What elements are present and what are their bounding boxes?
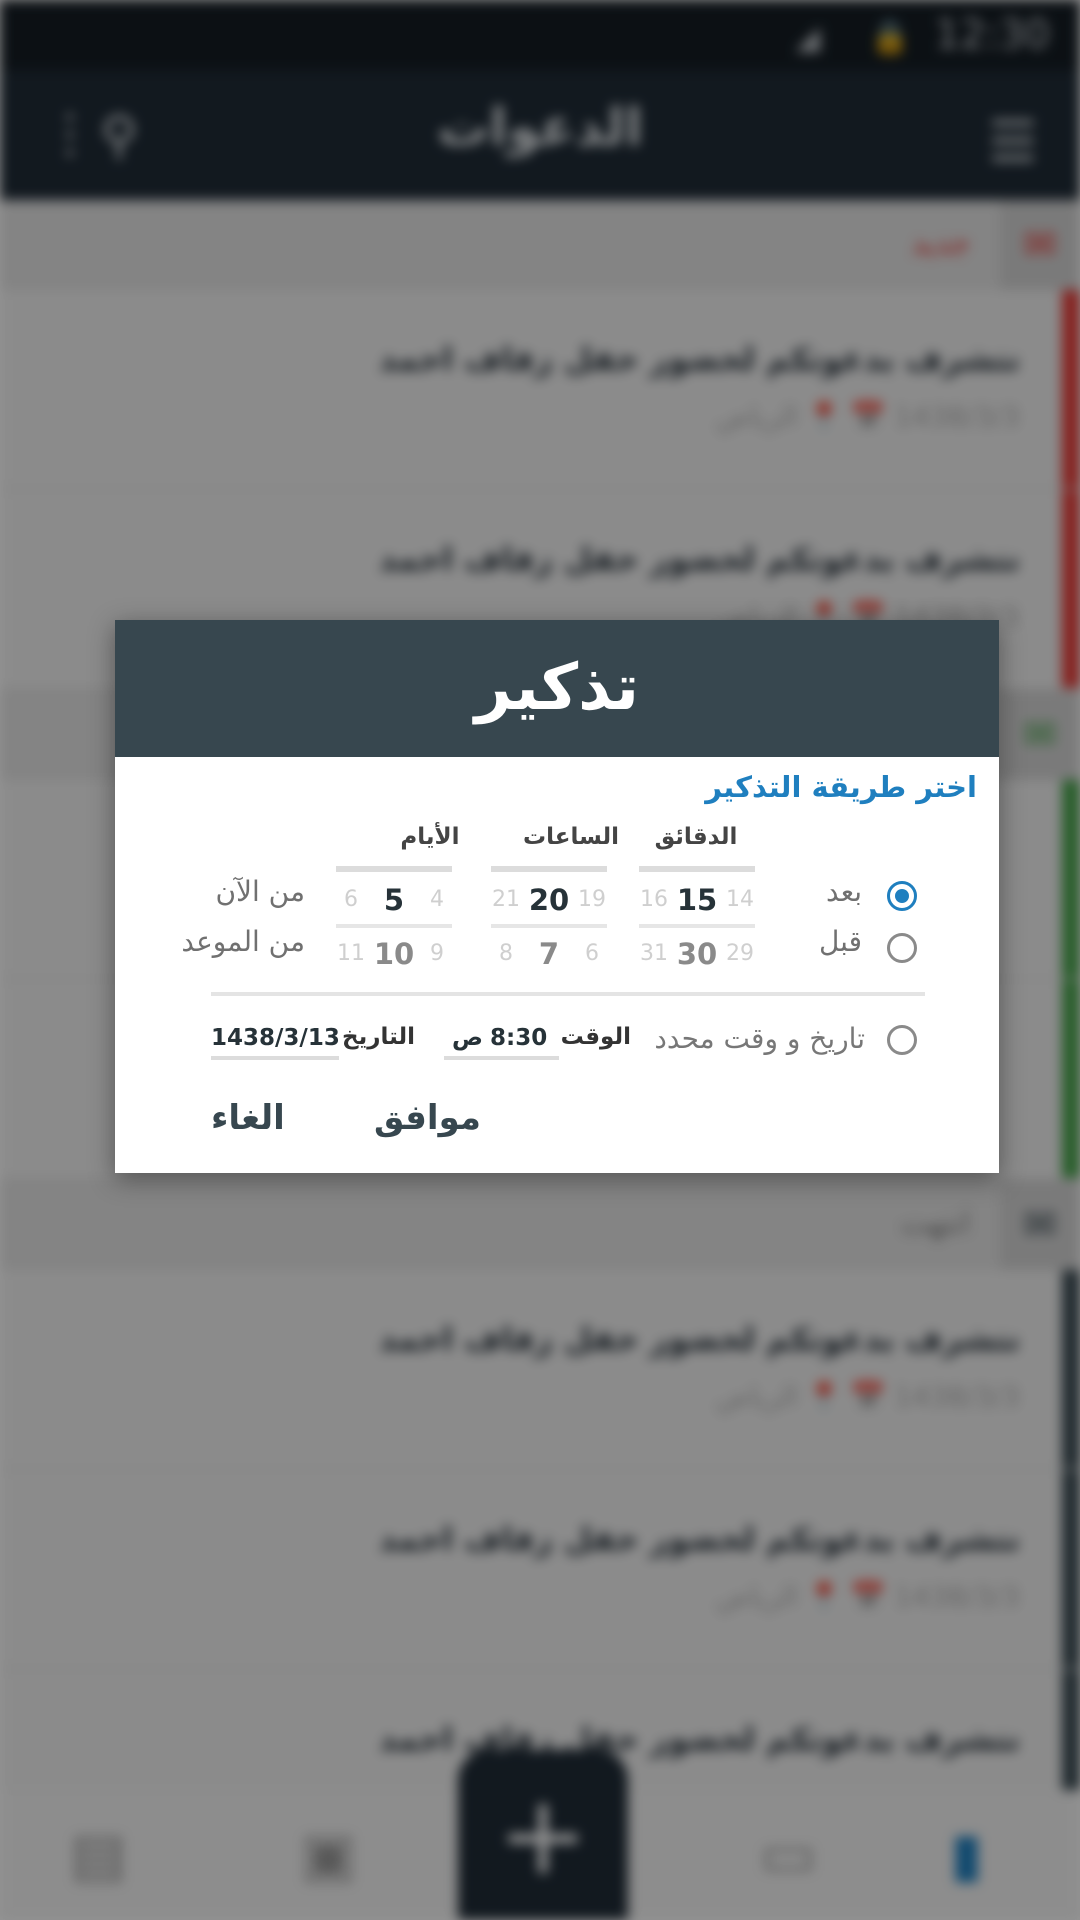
after-suffix: من الآن — [215, 875, 305, 908]
specific-datetime-label: تاريخ و وقت محدد — [654, 1022, 865, 1055]
column-minutes: الدقائق — [654, 824, 738, 850]
column-hours: الساعات — [522, 824, 620, 850]
minutes-after-prev[interactable]: 14 — [725, 878, 755, 922]
minutes-before-prev[interactable]: 29 — [725, 932, 755, 976]
days-before-next[interactable]: 11 — [336, 932, 366, 976]
specific-datetime-radio[interactable] — [887, 1025, 917, 1055]
dialog-subtitle: اختر طريقة التذكير — [705, 770, 977, 804]
before-radio[interactable] — [887, 933, 917, 963]
time-value: 8:30 — [490, 1025, 548, 1051]
hours-after-row[interactable]: 21 20 19 — [491, 878, 607, 922]
ok-button[interactable]: موافق — [374, 1098, 481, 1138]
days-before-prev[interactable]: 9 — [422, 932, 452, 976]
days-after-prev[interactable]: 4 — [422, 878, 452, 922]
cancel-button[interactable]: الغاء — [211, 1098, 285, 1138]
hours-before-next[interactable]: 8 — [491, 932, 521, 976]
dialog-title: تذكير — [115, 620, 999, 757]
days-before-row[interactable]: 11 10 9 — [336, 932, 452, 976]
hours-after-prev[interactable]: 19 — [577, 878, 607, 922]
days-after-row[interactable]: 6 5 4 — [336, 878, 452, 922]
minutes-picker[interactable]: 16 15 14 31 30 29 — [639, 866, 755, 980]
reminder-dialog: تذكير اختر طريقة التذكير الدقائق الساعات… — [115, 620, 999, 1173]
time-label: الوقت — [560, 1024, 631, 1050]
minutes-after-value[interactable]: 15 — [669, 878, 725, 922]
minutes-after-row[interactable]: 16 15 14 — [639, 878, 755, 922]
before-suffix: من الموعد — [181, 925, 305, 958]
hours-before-row[interactable]: 8 7 6 — [491, 932, 607, 976]
days-after-next[interactable]: 6 — [336, 878, 366, 922]
hours-picker[interactable]: 21 20 19 8 7 6 — [491, 866, 607, 980]
divider — [211, 992, 925, 996]
minutes-before-row[interactable]: 31 30 29 — [639, 932, 755, 976]
hours-after-next[interactable]: 21 — [491, 878, 521, 922]
hours-before-value[interactable]: 7 — [521, 932, 577, 976]
days-after-value[interactable]: 5 — [366, 878, 422, 922]
after-label: بعد — [826, 875, 862, 908]
hours-after-value[interactable]: 20 — [521, 878, 577, 922]
column-days: الأيام — [400, 824, 460, 850]
after-radio[interactable] — [887, 881, 917, 911]
date-label: التاريخ — [342, 1024, 415, 1050]
before-label: قبل — [818, 925, 862, 958]
minutes-before-next[interactable]: 31 — [639, 932, 669, 976]
minutes-before-value[interactable]: 30 — [669, 932, 725, 976]
days-before-value[interactable]: 10 — [366, 932, 422, 976]
ampm-value: ص — [452, 1025, 483, 1051]
hours-before-prev[interactable]: 6 — [577, 932, 607, 976]
date-field[interactable]: 1438/3/13 — [211, 1018, 340, 1060]
days-picker[interactable]: 6 5 4 11 10 9 — [336, 866, 452, 980]
minutes-after-next[interactable]: 16 — [639, 878, 669, 922]
time-field[interactable]: 8:30 ص — [444, 1018, 559, 1060]
